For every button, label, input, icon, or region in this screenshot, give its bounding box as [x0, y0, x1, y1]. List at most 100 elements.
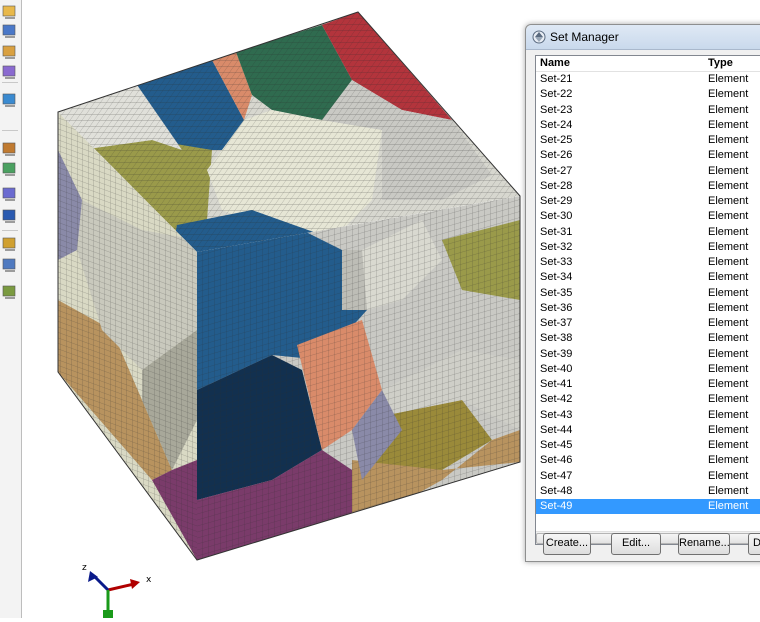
set-name-cell: Set-49	[540, 500, 573, 512]
partition-icon[interactable]	[1, 63, 19, 81]
set-name-cell: Set-40	[540, 362, 573, 375]
table-row[interactable]: Set-23 Element	[536, 103, 760, 118]
dialog-titlebar[interactable]: Set Manager	[526, 25, 760, 50]
axis-triad: x z	[82, 563, 152, 618]
set-name-cell: Set-30	[540, 210, 573, 223]
set-type-cell: Element	[708, 408, 749, 421]
view-grid-icon[interactable]	[1, 3, 19, 21]
table-row[interactable]: Set-34 Element	[536, 270, 760, 285]
table-row[interactable]: Set-41 Element	[536, 377, 760, 392]
table-row[interactable]: Set-48 Element	[536, 484, 760, 499]
set-type-cell: Element	[708, 332, 749, 345]
table-row[interactable]: Set-22 Element	[536, 87, 760, 102]
set-name-cell: Set-43	[540, 408, 573, 421]
set-type-cell: Element	[708, 73, 749, 85]
set-type-cell: Element	[708, 118, 749, 131]
list-header: Name Type	[536, 56, 760, 72]
set-name-cell: Set-44	[540, 423, 573, 436]
set-type-cell: Element	[708, 149, 749, 162]
table-row[interactable]: Set-40 Element	[536, 362, 760, 377]
set-list[interactable]: Name Type Set-21 Element Set-22 Element Set-…	[535, 55, 760, 545]
extrude-icon[interactable]	[1, 43, 19, 61]
set-name-cell: Set-48	[540, 484, 573, 497]
set-name-cell: Set-39	[540, 347, 573, 360]
table-row[interactable]: Set-29 Element	[536, 194, 760, 209]
table-row[interactable]: Set-35 Element	[536, 286, 760, 301]
triad-x-label: x	[146, 575, 152, 585]
set-name-cell: Set-26	[540, 149, 573, 162]
table-row[interactable]: Set-44 Element	[536, 423, 760, 438]
set-type-cell: Element	[708, 484, 749, 497]
set-name-cell: Set-24	[540, 118, 573, 131]
table-row[interactable]: Set-26 Element	[536, 148, 760, 163]
set-name-cell: Set-33	[540, 256, 573, 268]
set-name-cell: Set-27	[540, 164, 573, 177]
column-header-name[interactable]: Name	[540, 57, 570, 69]
part-tools-icon[interactable]	[1, 22, 19, 40]
tools-icon[interactable]	[1, 283, 19, 301]
table-row[interactable]: Set-28 Element	[536, 179, 760, 194]
create-button[interactable]: Create...	[543, 533, 591, 555]
table-row[interactable]: Set-38 Element	[536, 331, 760, 346]
list-rows: Set-21 Element Set-22 Element Set-23 Element S…	[536, 72, 760, 515]
table-row[interactable]: Set-45 Element	[536, 438, 760, 453]
set-type-cell: Element	[708, 225, 749, 238]
set-type-cell: Element	[708, 210, 749, 223]
table-row[interactable]: Set-46 Element	[536, 453, 760, 468]
csys-icon[interactable]	[1, 185, 19, 203]
set-type-cell: Element	[708, 240, 749, 253]
table-row[interactable]: Set-31 Element	[536, 225, 760, 240]
toolbox-separator	[2, 82, 18, 83]
set-manager-icon	[532, 30, 546, 44]
table-row[interactable]: Set-47 Element	[536, 469, 760, 484]
set-name-cell: Set-25	[540, 134, 573, 146]
set-type-cell: Element	[708, 439, 749, 451]
set-type-cell: Element	[708, 393, 749, 406]
set-name-cell: Set-31	[540, 225, 573, 238]
delete-button[interactable]: D	[748, 533, 760, 555]
table-row[interactable]: Set-24 Element	[536, 118, 760, 133]
set-name-cell: Set-37	[540, 317, 573, 329]
table-row[interactable]: Set-49 Element	[536, 499, 760, 515]
set-type-cell: Element	[708, 103, 749, 116]
axis-triad-icon[interactable]	[1, 207, 19, 225]
set-name-cell: Set-28	[540, 179, 573, 192]
table-row[interactable]: Set-30 Element	[536, 209, 760, 224]
rename-button[interactable]: Rename...	[678, 533, 730, 555]
set-type-cell: Element	[708, 271, 749, 284]
set-type-cell: Element	[708, 134, 749, 146]
set-name-cell: Set-21	[540, 73, 573, 85]
table-row[interactable]: Set-39 Element	[536, 347, 760, 362]
table-row[interactable]: Set-37 Element	[536, 316, 760, 331]
set-manager-dialog: Set Manager Name Type Set-21 Element Set-2…	[525, 24, 760, 562]
table-row[interactable]: Set-32 Element	[536, 240, 760, 255]
set-type-cell: Element	[708, 286, 749, 299]
mesh-element-icon[interactable]	[1, 160, 19, 178]
mesh-seed-icon[interactable]	[1, 140, 19, 158]
set-type-cell: Element	[708, 195, 749, 207]
query-icon[interactable]	[1, 256, 19, 274]
set-type-cell: Element	[708, 362, 749, 375]
datum-icon[interactable]	[1, 91, 19, 109]
set-name-cell: Set-38	[540, 332, 573, 345]
table-row[interactable]: Set-36 Element	[536, 301, 760, 316]
column-header-type[interactable]: Type	[708, 57, 733, 69]
set-name-cell: Set-29	[540, 195, 573, 207]
table-row[interactable]: Set-43 Element	[536, 408, 760, 423]
table-row[interactable]: Set-42 Element	[536, 392, 760, 407]
toolbox-separator	[2, 230, 18, 231]
set-type-cell: Element	[708, 88, 749, 101]
set-name-cell: Set-23	[540, 103, 573, 116]
table-row[interactable]: Set-21 Element	[536, 72, 760, 87]
set-type-cell: Element	[708, 378, 749, 390]
triad-z-label: z	[82, 563, 87, 573]
table-row[interactable]: Set-33 Element	[536, 255, 760, 270]
set-type-cell: Element	[708, 164, 749, 177]
table-row[interactable]: Set-25 Element	[536, 133, 760, 148]
assign-icon[interactable]	[1, 235, 19, 253]
table-row[interactable]: Set-27 Element	[536, 164, 760, 179]
set-name-cell: Set-42	[540, 393, 573, 406]
set-type-cell: Element	[708, 256, 749, 268]
set-type-cell: Element	[708, 500, 749, 512]
edit-button[interactable]: Edit...	[611, 533, 661, 555]
